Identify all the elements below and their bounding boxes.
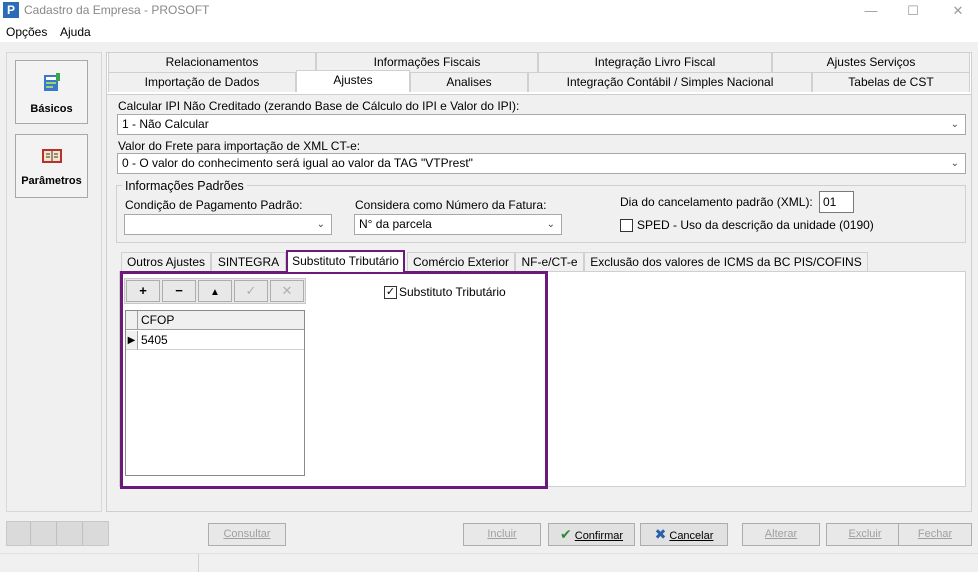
chevron-down-icon: ⌄ bbox=[950, 119, 959, 130]
basicos-icon bbox=[16, 73, 87, 97]
tab-relacionamentos[interactable]: Relacionamentos bbox=[108, 52, 316, 72]
ipi-select-value: 1 - Não Calcular bbox=[122, 117, 209, 131]
frete-select[interactable]: 0 - O valor do conhecimento será igual a… bbox=[117, 153, 966, 174]
cancelamento-input[interactable]: 01 bbox=[819, 191, 854, 213]
tab-substituto-tributario[interactable]: Substituto Tributário bbox=[286, 250, 405, 272]
condicao-select[interactable]: ⌄ bbox=[124, 214, 332, 235]
row-indicator-icon: ▶ bbox=[126, 331, 138, 350]
frete-select-value: 0 - O valor do conhecimento será igual a… bbox=[122, 156, 473, 170]
status-bar bbox=[0, 553, 978, 572]
excluir-button[interactable]: Excluir bbox=[826, 523, 904, 546]
tab-tabelas-de-cst[interactable]: Tabelas de CST bbox=[812, 72, 970, 92]
chevron-down-icon: ⌄ bbox=[546, 219, 555, 230]
move-up-button[interactable]: ▲ bbox=[198, 280, 232, 302]
check-icon: ✓ bbox=[385, 286, 396, 298]
close-button[interactable]: ✕ bbox=[935, 0, 978, 22]
menu-bar: Opções Ajuda bbox=[0, 22, 978, 42]
cancelamento-label: Dia do cancelamento padrão (XML): bbox=[620, 195, 813, 209]
grid-header-cfop[interactable]: CFOP bbox=[138, 311, 304, 330]
window-title: Cadastro da Empresa - PROSOFT bbox=[24, 3, 210, 17]
chevron-down-icon: ⌄ bbox=[316, 219, 325, 230]
incluir-button[interactable]: Incluir bbox=[463, 523, 541, 546]
title-bar: P Cadastro da Empresa - PROSOFT — ☐ ✕ bbox=[0, 0, 978, 22]
minus-icon: − bbox=[175, 283, 183, 298]
ipi-select[interactable]: 1 - Não Calcular ⌄ bbox=[117, 114, 966, 135]
tab-ajustes[interactable]: Ajustes bbox=[296, 70, 410, 92]
remove-button[interactable]: − bbox=[162, 280, 196, 302]
tab-sintegra[interactable]: SINTEGRA bbox=[211, 252, 286, 272]
app-logo-icon: P bbox=[3, 2, 19, 18]
tab-integracao-contabil[interactable]: Integração Contábil / Simples Nacional bbox=[528, 72, 812, 92]
condicao-label: Condição de Pagamento Padrão: bbox=[125, 198, 303, 212]
nav-next-button[interactable] bbox=[58, 522, 83, 545]
tab-exclusao-icms[interactable]: Exclusão dos valores de ICMS da BC PIS/C… bbox=[584, 252, 868, 272]
tab-nfe-cte[interactable]: NF-e/CT-e bbox=[515, 252, 584, 272]
tab-analises[interactable]: Analises bbox=[410, 72, 528, 92]
sidebar-item-basicos[interactable]: Básicos bbox=[15, 60, 88, 124]
nav-last-button[interactable] bbox=[84, 522, 108, 545]
sidebar-item-parametros[interactable]: Parâmetros bbox=[15, 134, 88, 198]
x-icon: ✖ bbox=[654, 526, 667, 542]
minimize-button[interactable]: — bbox=[848, 0, 894, 22]
menu-opcoes[interactable]: Opções bbox=[6, 25, 47, 39]
tab-ajustes-servicos[interactable]: Ajustes Serviços bbox=[772, 52, 970, 72]
table-row[interactable]: 5405 bbox=[138, 331, 304, 350]
nav-prev-button[interactable] bbox=[32, 522, 57, 545]
cancelar-button[interactable]: ✖ Cancelar bbox=[640, 523, 728, 546]
tab-informacoes-fiscais[interactable]: Informações Fiscais bbox=[316, 52, 538, 72]
nav-first-button[interactable] bbox=[7, 522, 31, 545]
grid-corner bbox=[126, 311, 138, 330]
fatura-select[interactable]: N° da parcela ⌄ bbox=[354, 214, 562, 235]
parametros-icon bbox=[16, 147, 87, 169]
chevron-down-icon: ⌄ bbox=[950, 158, 959, 169]
confirmar-button[interactable]: ✔ Confirmar bbox=[548, 523, 635, 546]
ipi-label: Calcular IPI Não Creditado (zerando Base… bbox=[118, 99, 520, 113]
status-divider bbox=[198, 554, 199, 572]
substituto-checkbox[interactable]: ✓ bbox=[384, 286, 397, 299]
arrow-up-icon: ▲ bbox=[210, 287, 220, 298]
confirm-row-button[interactable]: ✓ bbox=[234, 280, 268, 302]
cancel-row-button[interactable]: ✕ bbox=[270, 280, 304, 302]
fatura-select-value: N° da parcela bbox=[359, 217, 432, 231]
menu-ajuda[interactable]: Ajuda bbox=[60, 25, 91, 39]
check-icon: ✔ bbox=[559, 526, 572, 542]
tab-integracao-livro-fiscal[interactable]: Integração Livro Fiscal bbox=[538, 52, 772, 72]
fatura-label: Considera como Número da Fatura: bbox=[355, 198, 547, 212]
tab-importacao-de-dados[interactable]: Importação de Dados bbox=[108, 72, 296, 92]
x-icon: ✕ bbox=[281, 283, 293, 298]
alterar-button[interactable]: Alterar bbox=[742, 523, 820, 546]
maximize-button[interactable]: ☐ bbox=[890, 0, 936, 22]
sidebar-item-label: Parâmetros bbox=[21, 175, 82, 187]
group-title: Informações Padrões bbox=[122, 179, 247, 193]
fechar-button[interactable]: Fechar bbox=[898, 523, 972, 546]
sped-checkbox[interactable] bbox=[620, 219, 633, 232]
frete-label: Valor do Frete para importação de XML CT… bbox=[118, 139, 361, 153]
plus-icon: + bbox=[139, 283, 147, 298]
check-icon: ✓ bbox=[245, 283, 257, 298]
sped-label: SPED - Uso da descrição da unidade (0190… bbox=[637, 218, 874, 232]
sidebar-item-label: Básicos bbox=[30, 103, 73, 115]
tab-outros-ajustes[interactable]: Outros Ajustes bbox=[121, 252, 211, 272]
tab-comercio-exterior[interactable]: Comércio Exterior bbox=[407, 252, 515, 272]
substituto-label: Substituto Tributário bbox=[399, 285, 506, 299]
consultar-button[interactable]: Consultar bbox=[208, 523, 286, 546]
add-button[interactable]: + bbox=[126, 280, 160, 302]
